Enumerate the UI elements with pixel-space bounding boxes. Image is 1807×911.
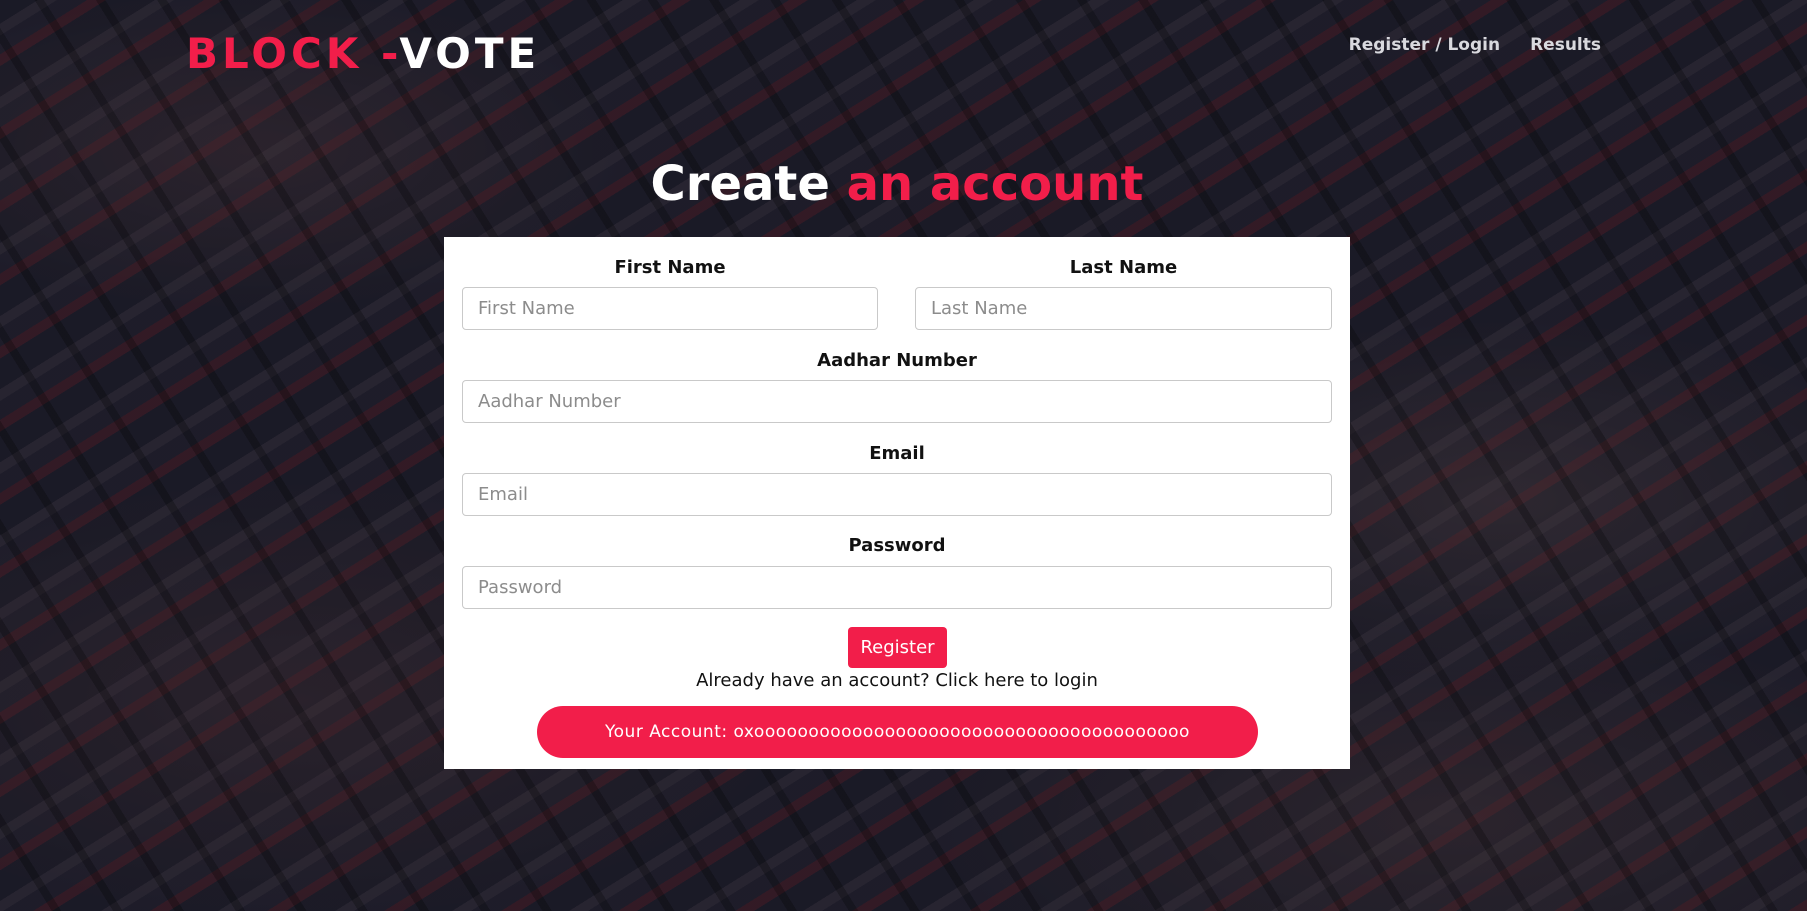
brand-part-block: BLOCK -: [186, 29, 400, 78]
first-name-label: First Name: [614, 257, 726, 278]
aadhar-number-input[interactable]: [462, 380, 1332, 423]
nav-link-register-login[interactable]: Register / Login: [1349, 33, 1500, 57]
page-title-create: Create: [650, 156, 847, 212]
nav-links: Register / Login Results: [1349, 33, 1601, 57]
first-name-input[interactable]: [462, 287, 878, 330]
register-form-card: First Name Last Name Aadhar Number Email…: [444, 237, 1350, 769]
email-label: Email: [869, 443, 925, 464]
register-button[interactable]: Register: [848, 627, 947, 668]
navbar: BLOCK -VOTE Register / Login Results: [0, 0, 1807, 100]
password-input[interactable]: [462, 566, 1332, 609]
email-input[interactable]: [462, 473, 1332, 516]
last-name-label: Last Name: [1069, 257, 1178, 278]
page-title-account: an account: [846, 156, 1144, 212]
brand-logo[interactable]: BLOCK -VOTE: [186, 26, 540, 82]
brand-part-vote: VOTE: [399, 29, 541, 78]
aadhar-number-label: Aadhar Number: [817, 350, 977, 371]
page-title: Create an account: [0, 156, 1794, 212]
password-label: Password: [848, 535, 946, 556]
login-link[interactable]: Already have an account? Click here to l…: [444, 669, 1350, 693]
page: BLOCK -VOTE Register / Login Results Cre…: [0, 0, 1807, 911]
account-address-badge: Your Account: oxoooooooooooooooooooooooo…: [537, 706, 1258, 758]
last-name-input[interactable]: [915, 287, 1332, 330]
nav-link-results[interactable]: Results: [1530, 33, 1601, 57]
